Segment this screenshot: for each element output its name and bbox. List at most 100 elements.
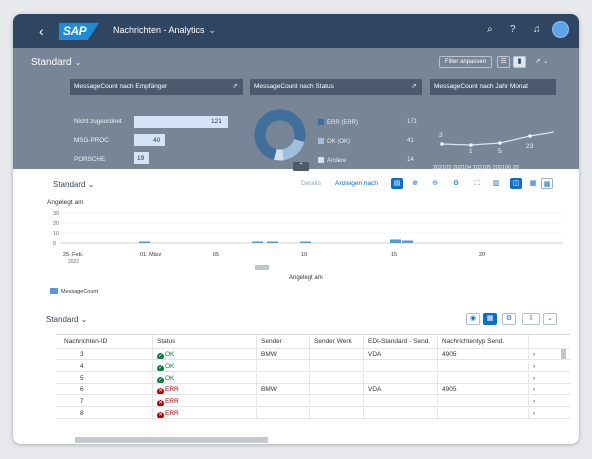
export-icon[interactable]: ⇩	[522, 313, 540, 325]
table-cell-sender: BMW	[257, 349, 310, 359]
column-header[interactable]: Status	[153, 335, 257, 348]
table-cell-id: 8	[56, 408, 153, 418]
table-cell-sender	[257, 396, 310, 407]
table-cell-werk	[310, 372, 364, 383]
table-cell-werk	[310, 349, 364, 359]
status-cell: ✓ OK	[153, 360, 257, 371]
table-cell-id: 3	[56, 349, 153, 359]
table-cell-typ	[438, 372, 529, 383]
status-text: ERR	[165, 398, 179, 406]
table-cell-id: 5	[56, 372, 153, 383]
table-cell-werk	[310, 408, 364, 418]
table-row[interactable]: 6 ✕ ERR BMW VDA 4905 ›	[56, 384, 570, 396]
table-row[interactable]: 3 ✓ OK BMW VDA 4905 ›	[56, 349, 570, 360]
status-text: ERR	[165, 410, 179, 417]
x-tick-label: 25. Feb.	[63, 252, 84, 258]
y-tick-label: 30	[53, 211, 59, 217]
status-cell: ✕ ERR	[153, 408, 257, 418]
error-icon: ✕	[157, 388, 164, 395]
messages-table: Nachrichten-ID Status Sender Sender Werk…	[56, 334, 570, 425]
column-header[interactable]: EDI-Standard - Send.	[364, 335, 438, 348]
table-cell-edi	[364, 360, 438, 371]
chart-bar[interactable]	[390, 239, 401, 244]
x-tick-sublabel: 2022	[68, 259, 79, 265]
chart-bar[interactable]	[267, 241, 278, 244]
row-navigation-icon[interactable]: ›	[529, 373, 551, 383]
table-row[interactable]: 7 ✕ ERR ›	[56, 396, 570, 408]
table-cell-edi	[364, 408, 438, 418]
status-text: ERR	[165, 386, 179, 394]
row-navigation-icon[interactable]: ›	[529, 384, 551, 394]
chart-bar[interactable]	[252, 241, 263, 244]
app-window: ‹ SAP Nachrichten - Analytics ⌄ ⌕ ? ♫ Sta…	[13, 14, 579, 444]
chart-legend[interactable]: MessageCount	[50, 288, 98, 295]
table-variant-selector[interactable]: Standard ⌄	[46, 315, 87, 324]
column-header[interactable]: Sender Werk	[310, 335, 364, 348]
error-icon: ✕	[157, 412, 164, 418]
chart-bar[interactable]	[402, 240, 413, 244]
table-cell-werk	[310, 360, 364, 371]
table-cell-sender	[257, 372, 310, 383]
y-tick-label: 10	[53, 231, 59, 237]
variant-label: Standard	[46, 315, 79, 324]
table-header-row: Nachrichten-ID Status Sender Sender Werk…	[56, 335, 570, 349]
y-tick-label: 20	[53, 221, 59, 227]
x-tick-label: 15	[391, 252, 397, 258]
table-cell-typ: 4905	[438, 349, 529, 359]
range-selector-handle[interactable]	[255, 265, 269, 270]
vertical-scrollbar[interactable]	[561, 349, 566, 359]
table-cell-werk	[310, 396, 364, 407]
status-cell: ✕ ERR	[153, 396, 257, 407]
legend-label: MessageCount	[61, 289, 98, 295]
x-tick-label: 20	[479, 252, 485, 258]
row-navigation-icon[interactable]: ›	[529, 361, 551, 371]
table-toolbar: Standard ⌄ ◉ ▦ ⚙ ⇩ ⌄	[13, 310, 579, 326]
table-row[interactable]: 4 ✓ OK ›	[56, 360, 570, 372]
table-cell-sender	[257, 408, 310, 418]
table-row[interactable]: 5 ✓ OK ›	[56, 372, 570, 384]
table-cell-edi	[364, 396, 438, 407]
horizontal-scrollbar[interactable]	[75, 437, 268, 443]
status-cell: ✓ OK	[153, 372, 257, 383]
table-cell-id: 4	[56, 360, 153, 371]
status-cell: ✕ ERR	[153, 384, 257, 395]
table-cell-typ	[438, 360, 529, 371]
table-cell-typ: 4905	[438, 384, 529, 395]
table-cell-sender	[257, 360, 310, 371]
table-cell-edi: VDA	[364, 384, 438, 395]
legend-swatch	[50, 288, 58, 294]
chart-bar[interactable]	[300, 241, 311, 244]
status-text: OK	[165, 351, 175, 358]
chart-bar[interactable]	[139, 241, 150, 244]
table-cell-typ	[438, 408, 529, 418]
table-cell-sender: BMW	[257, 384, 310, 395]
table-cell-edi: VDA	[364, 349, 438, 359]
x-tick-label: 10	[301, 252, 307, 258]
status-text: OK	[165, 362, 175, 370]
success-icon: ✓	[157, 353, 164, 359]
table-cell-id: 6	[56, 384, 153, 395]
row-navigation-icon[interactable]: ›	[529, 349, 551, 359]
chevron-down-icon[interactable]: ⌄	[543, 313, 557, 325]
row-navigation-icon[interactable]: ›	[529, 396, 551, 406]
table-view-icon[interactable]: ▦	[483, 313, 497, 325]
success-icon: ✓	[157, 376, 164, 383]
row-navigation-icon[interactable]: ›	[529, 408, 551, 418]
settings-icon[interactable]: ⚙	[502, 313, 516, 325]
x-tick-label: 05	[213, 252, 219, 258]
x-tick-label: 01. März	[140, 252, 162, 258]
status-cell: ✓ OK	[153, 349, 257, 359]
table-cell-werk	[310, 384, 364, 395]
eye-icon[interactable]: ◉	[466, 313, 480, 325]
column-header[interactable]: Sender	[257, 335, 310, 348]
error-icon: ✕	[157, 400, 164, 407]
success-icon: ✓	[157, 364, 164, 371]
x-axis-title: Angelegt am	[289, 275, 323, 281]
column-header[interactable]: Nachrichten-ID	[56, 335, 153, 348]
y-tick-label: 0	[53, 241, 56, 247]
chevron-down-icon: ⌄	[80, 315, 88, 324]
column-header[interactable]: Nachrichtentyp Send.	[438, 335, 529, 348]
table-row[interactable]: 8 ✕ ERR ›	[56, 408, 570, 419]
status-text: OK	[165, 374, 175, 382]
table-cell-typ	[438, 396, 529, 407]
